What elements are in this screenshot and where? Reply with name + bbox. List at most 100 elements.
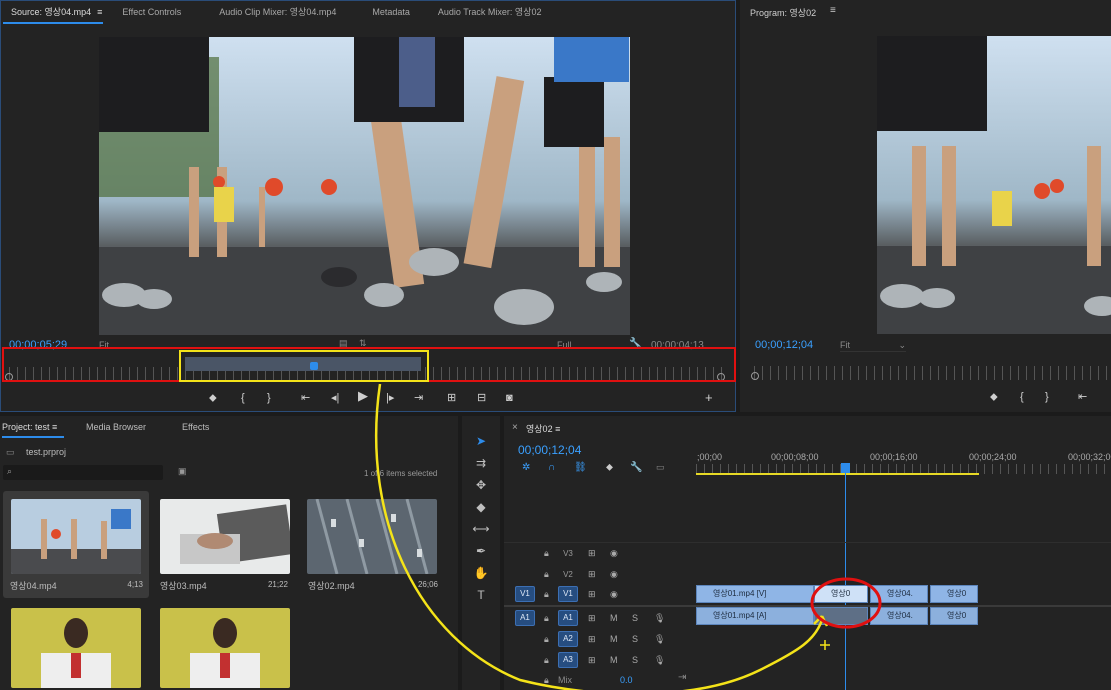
button-editor-plus-icon[interactable]: + bbox=[705, 391, 713, 405]
solo-icon[interactable]: S bbox=[632, 613, 638, 623]
tab-effect-controls[interactable]: Effect Controls bbox=[112, 1, 191, 23]
mix-lock-icon[interactable]: 🔒︎ bbox=[544, 675, 549, 686]
source-patch-v1[interactable]: V1 bbox=[515, 586, 535, 602]
project-item-thumb[interactable] bbox=[11, 499, 141, 574]
overwrite-icon[interactable]: ⊟ bbox=[477, 391, 486, 405]
program-timecode[interactable]: 00;00;12;04 bbox=[755, 339, 813, 351]
program-go-to-in-icon[interactable]: ⇤ bbox=[1078, 390, 1087, 404]
solo-icon[interactable]: S bbox=[632, 634, 638, 644]
go-to-in-icon[interactable]: ⇤ bbox=[301, 391, 310, 405]
program-fit-dropdown[interactable]: Fit ⌄ bbox=[840, 340, 906, 352]
mark-in-icon[interactable]: { bbox=[241, 391, 245, 405]
lock-icon[interactable]: 🔒︎ bbox=[544, 569, 549, 580]
tab-audio-track-mixer[interactable]: Audio Track Mixer: 영상02 bbox=[428, 1, 552, 23]
track-label[interactable]: A2 bbox=[558, 631, 578, 647]
microphone-icon[interactable]: 🎙︎ bbox=[654, 634, 665, 645]
track-label[interactable]: V1 bbox=[558, 586, 578, 602]
sync-lock-icon[interactable]: ⊞ bbox=[588, 613, 596, 624]
razor-tool-icon[interactable]: ◆ bbox=[472, 498, 490, 516]
type-tool-icon[interactable]: T bbox=[472, 586, 490, 604]
timeline-clip-audio[interactable]: 영상01.mp4 [A] bbox=[696, 607, 814, 625]
source-patch-a1[interactable]: A1 bbox=[515, 610, 535, 626]
mute-icon[interactable]: M bbox=[610, 634, 618, 644]
ripple-edit-tool-icon[interactable]: ✥ bbox=[472, 476, 490, 494]
program-time-ruler[interactable] bbox=[754, 366, 1111, 380]
timeline-clip-video[interactable]: 영상01.mp4 [V] bbox=[696, 585, 814, 603]
timeline-clip-video[interactable]: 영상0 bbox=[814, 585, 868, 603]
selection-tool-icon[interactable]: ➤ bbox=[472, 432, 490, 450]
mute-icon[interactable]: M bbox=[610, 613, 618, 623]
program-title[interactable]: Program: 영상02 bbox=[750, 6, 816, 19]
project-item-thumb[interactable] bbox=[160, 499, 290, 574]
program-mark-in-icon[interactable]: { bbox=[1020, 390, 1024, 404]
add-marker-timeline-icon[interactable]: ⬥ bbox=[606, 462, 613, 473]
work-area-bar[interactable] bbox=[696, 473, 979, 475]
microphone-icon[interactable]: 🎙︎ bbox=[654, 613, 665, 624]
track-label[interactable]: V3 bbox=[558, 546, 578, 562]
track-label[interactable]: A1 bbox=[558, 610, 578, 626]
project-search-input[interactable]: ⌕ bbox=[3, 465, 163, 480]
timeline-clip-video[interactable]: 영상0 bbox=[930, 585, 978, 603]
timeline-timecode[interactable]: 00;00;12;04 bbox=[518, 443, 581, 457]
insert-icon[interactable]: ⊞ bbox=[447, 391, 456, 405]
project-menu-icon[interactable]: ≡ bbox=[52, 422, 57, 432]
timeline-clip-audio[interactable] bbox=[814, 607, 868, 625]
solo-icon[interactable]: S bbox=[632, 655, 638, 665]
sync-lock-icon[interactable]: ⊞ bbox=[588, 548, 596, 559]
tab-media-browser[interactable]: Media Browser bbox=[86, 422, 146, 432]
tab-audio-clip-mixer[interactable]: Audio Clip Mixer: 영상04.mp4 bbox=[209, 1, 346, 23]
snap-icon[interactable]: ∩ bbox=[548, 462, 555, 473]
nest-icon[interactable]: ✲ bbox=[522, 462, 530, 473]
eye-icon[interactable]: ◉ bbox=[610, 569, 618, 580]
sequence-menu-icon[interactable]: ≡ bbox=[555, 424, 560, 434]
sequence-tab[interactable]: 영상02 ≡ bbox=[526, 422, 560, 435]
mark-out-icon[interactable]: } bbox=[267, 391, 271, 405]
lock-icon[interactable]: 🔒︎ bbox=[544, 655, 549, 666]
mix-value[interactable]: 0.0 bbox=[620, 675, 633, 685]
hand-tool-icon[interactable]: ✋ bbox=[472, 564, 490, 582]
tab-source[interactable]: Source: 영상04.mp4 ≡ bbox=[1, 1, 112, 23]
lock-icon[interactable]: 🔒︎ bbox=[544, 634, 549, 645]
sync-lock-icon[interactable]: ⊞ bbox=[588, 569, 596, 580]
camera-icon[interactable]: ◙ bbox=[506, 391, 513, 405]
program-mark-out-icon[interactable]: } bbox=[1045, 390, 1049, 404]
step-forward-icon[interactable]: |▸ bbox=[386, 391, 394, 405]
sync-lock-icon[interactable]: ⊞ bbox=[588, 634, 596, 645]
timeline-clip-video[interactable]: 영상04. bbox=[870, 585, 928, 603]
play-icon[interactable]: ▶ bbox=[358, 389, 368, 403]
sync-lock-icon[interactable]: ⊞ bbox=[588, 589, 596, 600]
lock-icon[interactable]: 🔒︎ bbox=[544, 548, 549, 559]
eye-icon[interactable]: ◉ bbox=[610, 548, 618, 559]
sync-lock-icon[interactable]: ⊞ bbox=[588, 655, 596, 666]
add-marker-icon[interactable]: ⬥ bbox=[209, 391, 217, 405]
timeline-playhead-handle[interactable] bbox=[841, 463, 850, 473]
project-item-thumb[interactable] bbox=[160, 608, 290, 688]
tab-metadata[interactable]: Metadata bbox=[362, 1, 420, 23]
eye-icon[interactable]: ◉ bbox=[610, 589, 618, 600]
close-sequence-icon[interactable]: × bbox=[512, 422, 518, 433]
slip-tool-icon[interactable]: ⟷ bbox=[472, 520, 490, 538]
tab-effects[interactable]: Effects bbox=[182, 422, 209, 432]
tab-project[interactable]: Project: test ≡ bbox=[2, 422, 57, 432]
timeline-clip-audio[interactable]: 영상04. bbox=[870, 607, 928, 625]
timeline-settings-icon[interactable]: 🔧 bbox=[630, 462, 642, 473]
track-label[interactable]: A3 bbox=[558, 652, 578, 668]
panel-menu-icon[interactable]: ≡ bbox=[97, 7, 102, 17]
program-add-marker-icon[interactable]: ⬥ bbox=[990, 390, 998, 404]
lock-icon[interactable]: 🔒︎ bbox=[544, 589, 549, 600]
step-back-icon[interactable]: ◂| bbox=[331, 391, 339, 405]
program-menu-icon[interactable]: ≡ bbox=[830, 5, 836, 16]
project-item-thumb[interactable] bbox=[11, 608, 141, 688]
go-to-end-icon[interactable]: ⇥ bbox=[678, 672, 686, 683]
pen-tool-icon[interactable]: ✒ bbox=[472, 542, 490, 560]
microphone-icon[interactable]: 🎙︎ bbox=[654, 655, 665, 666]
mute-icon[interactable]: M bbox=[610, 655, 618, 665]
lock-icon[interactable]: 🔒︎ bbox=[544, 613, 549, 624]
new-bin-icon[interactable]: ▣ bbox=[178, 466, 187, 477]
program-ruler-start-handle[interactable] bbox=[751, 372, 759, 380]
captions-icon[interactable]: ▭ bbox=[656, 462, 665, 473]
timeline-clip-audio[interactable]: 영상0 bbox=[930, 607, 978, 625]
linked-selection-icon[interactable]: ⛓ bbox=[574, 462, 587, 473]
go-to-out-icon[interactable]: ⇥ bbox=[414, 391, 423, 405]
project-item-thumb[interactable] bbox=[307, 499, 437, 574]
